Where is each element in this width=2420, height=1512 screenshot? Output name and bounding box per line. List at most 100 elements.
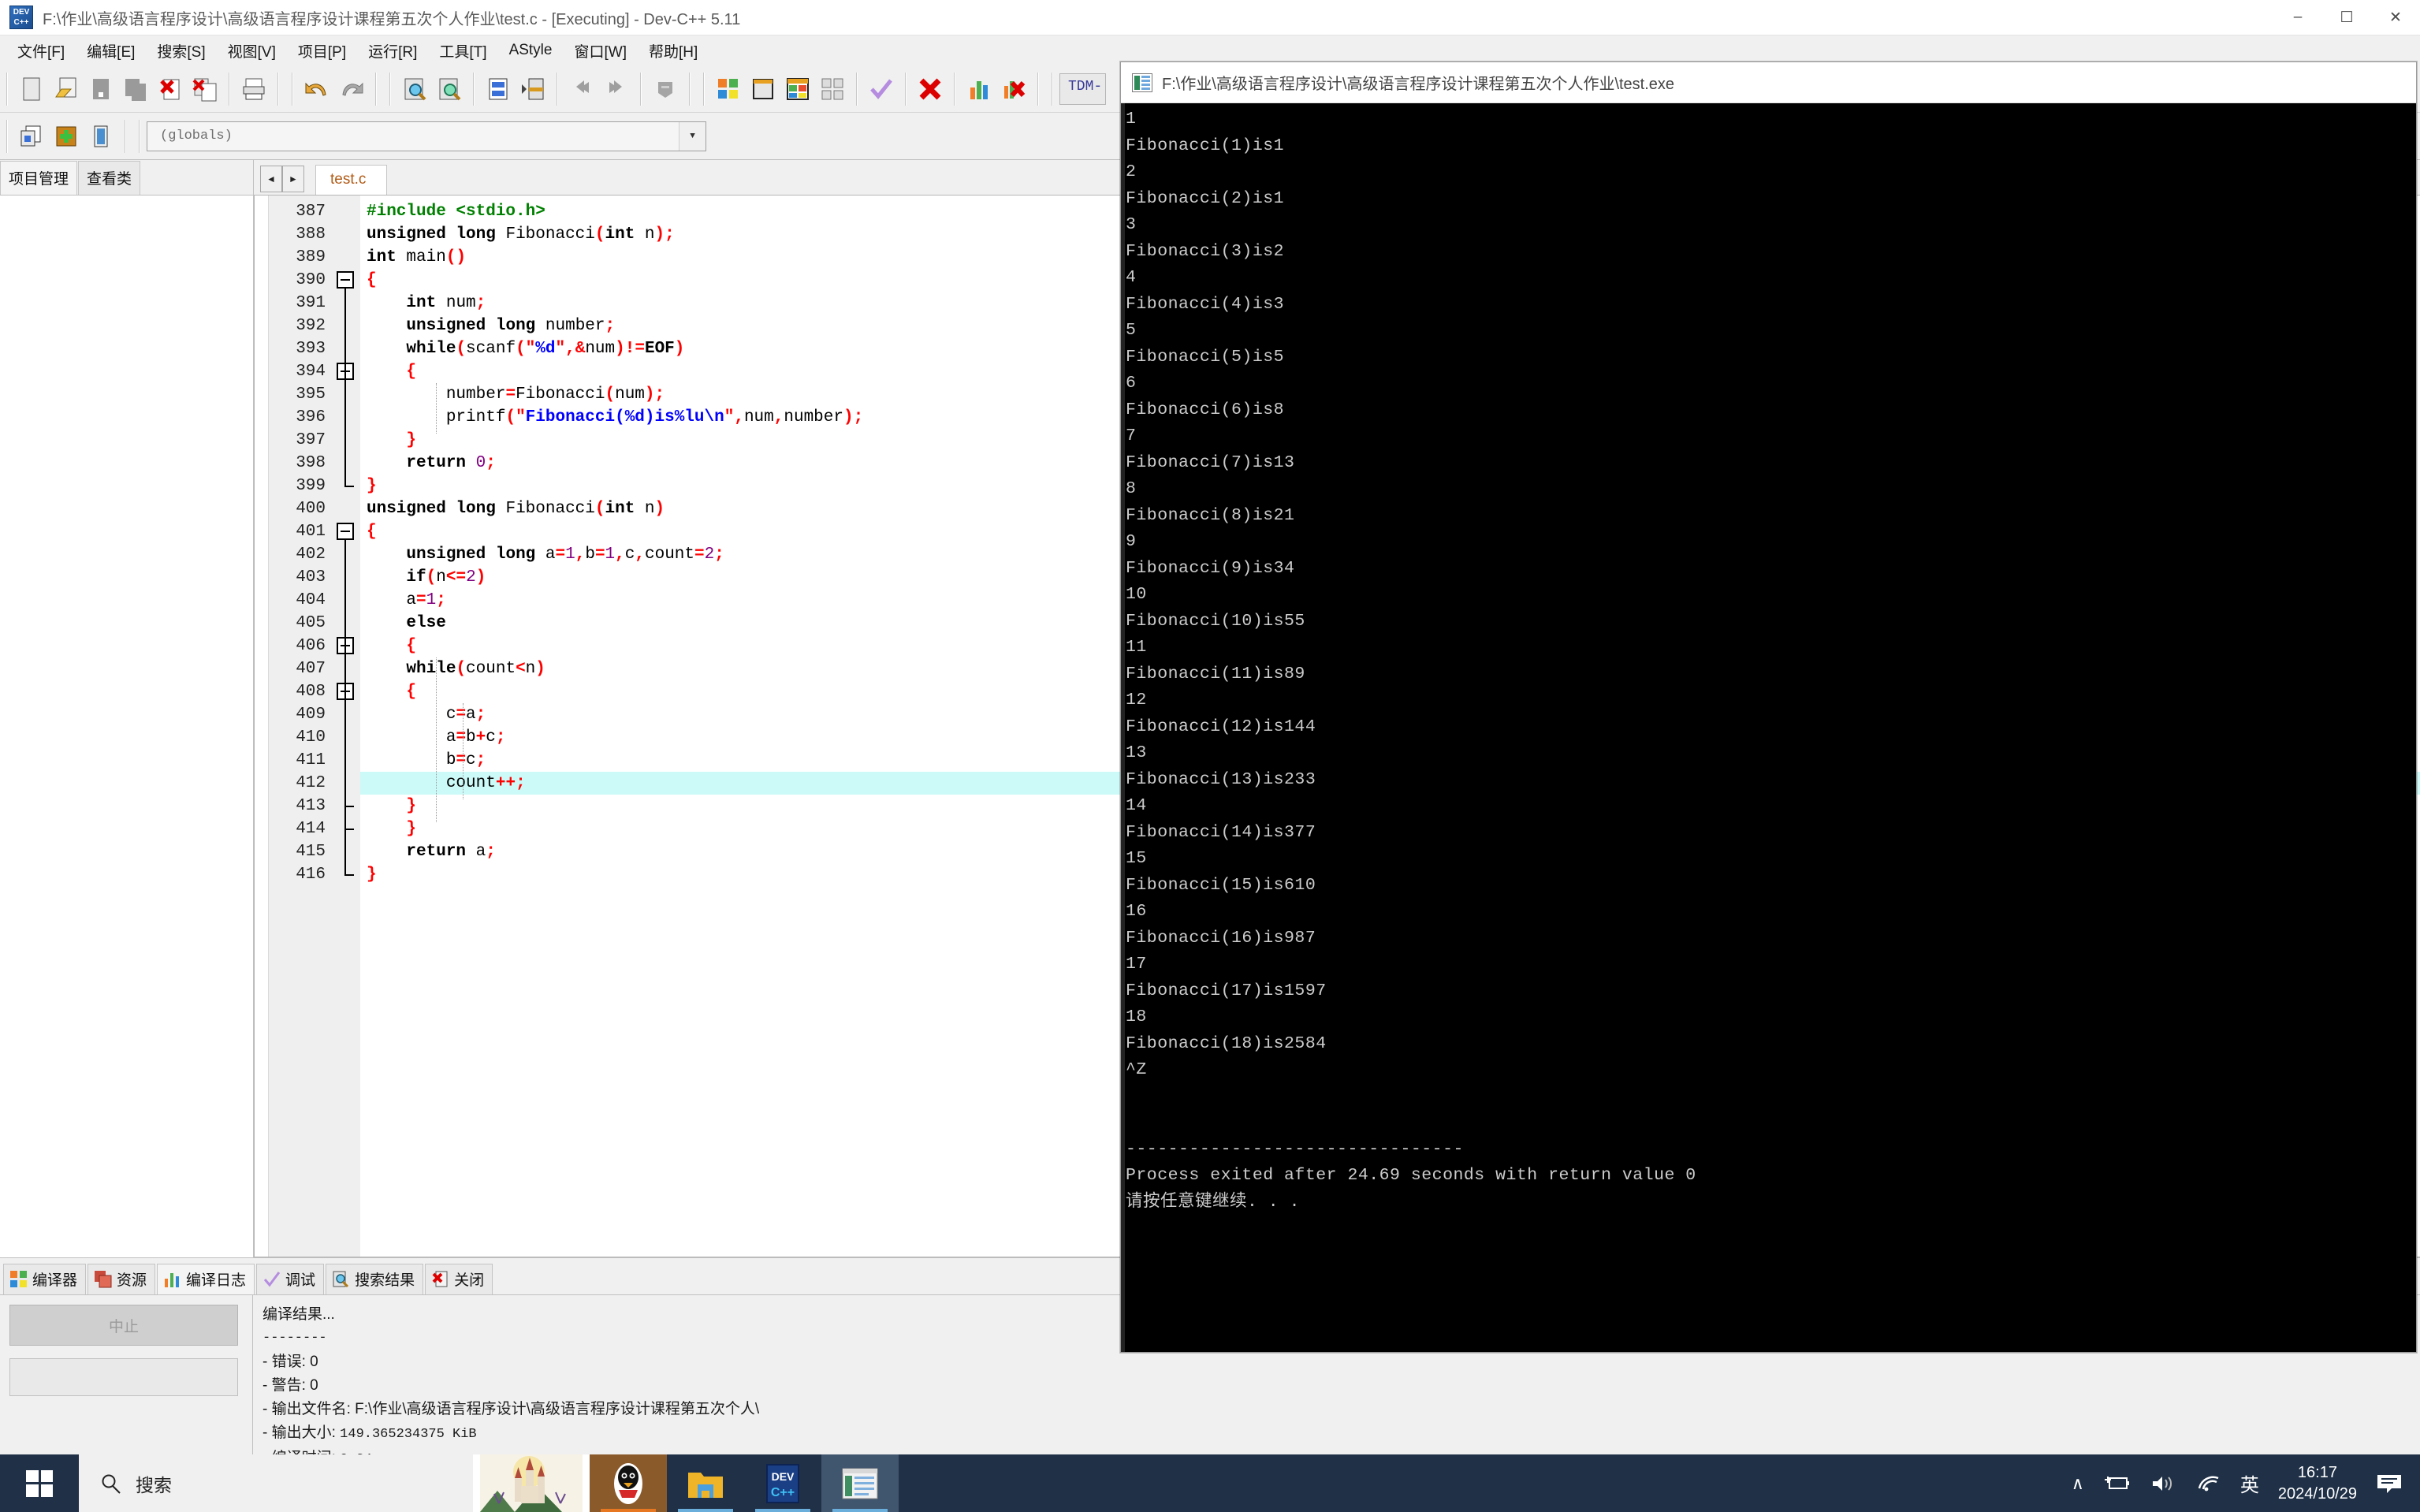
close-button[interactable]: ✕	[2371, 0, 2420, 35]
minimize-button[interactable]: –	[2273, 0, 2322, 35]
taskbar-search[interactable]: 搜索	[79, 1454, 473, 1512]
find-icon[interactable]	[397, 72, 432, 106]
tab-compile-log[interactable]: 编译日志	[157, 1264, 255, 1294]
back-icon[interactable]	[564, 72, 599, 106]
volume-icon[interactable]	[2150, 1474, 2177, 1493]
console-line: ^Z	[1126, 1060, 1147, 1079]
check-syntax-icon[interactable]	[864, 72, 899, 106]
menu-view[interactable]: 视图[V]	[217, 37, 287, 65]
tab-project-manager[interactable]: 项目管理	[0, 161, 78, 195]
console-output[interactable]: 1 Fibonacci(1)is1 2 Fibonacci(2)is1 3 Fibonac…	[1121, 103, 2416, 1352]
console-line: 3	[1126, 215, 1137, 234]
line-number: 399	[296, 477, 326, 495]
tab-resources-label: 资源	[117, 1272, 147, 1289]
toolbar-separator	[389, 72, 391, 106]
line-number: 400	[296, 500, 326, 518]
file-explorer-app[interactable]	[667, 1454, 744, 1512]
line-number: 403	[296, 568, 326, 587]
console-app[interactable]	[821, 1454, 899, 1512]
compiler-select[interactable]: TDM-	[1059, 73, 1107, 105]
toggle-icon[interactable]	[648, 72, 683, 106]
ime-indicator[interactable]: 英	[2240, 1469, 2259, 1497]
menu-tools[interactable]: 工具[T]	[428, 37, 497, 65]
new-file-icon[interactable]	[14, 72, 49, 106]
tab-close-panel[interactable]: 关闭	[425, 1264, 493, 1294]
abort-button[interactable]: 中止	[9, 1305, 238, 1346]
line-number: 413	[296, 797, 326, 815]
tab-scroll-right-button[interactable]: ►	[282, 166, 304, 192]
notification-icon[interactable]	[2376, 1473, 2403, 1495]
close-panel-icon	[432, 1271, 448, 1287]
profile-icon[interactable]	[962, 72, 996, 106]
line-number: 389	[296, 248, 326, 266]
devcpp-app[interactable]: DEV C++	[744, 1454, 821, 1512]
console-line: 15	[1126, 849, 1147, 868]
menu-help[interactable]: 帮助[H]	[638, 37, 709, 65]
close-file-icon[interactable]	[153, 72, 188, 106]
clock[interactable]: 16:17 2024/10/29	[2278, 1462, 2357, 1505]
print-icon[interactable]	[236, 72, 271, 106]
tab-resources[interactable]: 资源	[87, 1264, 156, 1294]
tab-class-browser[interactable]: 查看类	[78, 161, 141, 195]
console-window[interactable]: F:\作业\高级语言程序设计\高级语言程序设计课程第五次个人作业\test.ex…	[1120, 61, 2417, 1353]
project-panel-tabs: 项目管理 查看类	[0, 160, 253, 195]
close-all-icon[interactable]	[188, 72, 222, 106]
tab-search-results[interactable]: 搜索结果	[326, 1264, 424, 1294]
delete-profile-icon[interactable]	[996, 72, 1031, 106]
console-scrollbar[interactable]	[1121, 103, 1125, 1352]
save-file-icon[interactable]	[84, 72, 118, 106]
maximize-button[interactable]: ☐	[2322, 0, 2371, 35]
goto-line-icon[interactable]	[481, 72, 516, 106]
menu-astyle[interactable]: AStyle	[498, 39, 564, 62]
replace-icon[interactable]	[432, 72, 467, 106]
tab-compiler[interactable]: 编译器	[3, 1264, 87, 1294]
tab-compiler-label: 编译器	[32, 1272, 78, 1289]
menu-file[interactable]: 文件[F]	[6, 37, 76, 65]
fold-collapse-icon[interactable]	[337, 271, 354, 289]
project-tree[interactable]	[0, 195, 253, 1257]
fold-gutter[interactable]	[333, 196, 360, 1257]
new-project-icon[interactable]	[14, 119, 49, 154]
console-line: Fibonacci(3)is2	[1126, 241, 1285, 261]
battery-icon[interactable]	[2103, 1474, 2131, 1493]
menu-project[interactable]: 项目[P]	[287, 37, 357, 65]
compile-icon[interactable]	[711, 72, 746, 106]
tab-debug-label: 调试	[285, 1272, 316, 1289]
run-icon[interactable]	[746, 72, 780, 106]
qq-app[interactable]	[590, 1454, 667, 1512]
compile-log-line: - 输出文件名: F:\作业\高级语言程序设计\高级语言程序设计课程第五次个人\	[262, 1401, 760, 1417]
wifi-icon[interactable]	[2196, 1474, 2221, 1493]
save-all-icon[interactable]	[118, 72, 153, 106]
folder-icon	[688, 1472, 723, 1498]
menu-run[interactable]: 运行[R]	[357, 37, 428, 65]
compile-run-icon[interactable]	[780, 72, 815, 106]
menu-window[interactable]: 窗口[W]	[563, 37, 638, 65]
open-file-icon[interactable]	[49, 72, 84, 106]
remove-from-project-icon[interactable]	[84, 119, 118, 154]
stop-execution-icon[interactable]	[913, 72, 948, 106]
scope-combobox[interactable]: (globals) ▼	[147, 121, 706, 151]
tab-debug[interactable]: 调试	[256, 1264, 325, 1294]
add-to-project-icon[interactable]	[49, 119, 84, 154]
undo-icon[interactable]	[300, 72, 334, 106]
console-text: 1 Fibonacci(1)is1 2 Fibonacci(2)is1 3 Fibonac…	[1126, 106, 2416, 1216]
menu-edit[interactable]: 编辑[E]	[76, 37, 146, 65]
console-line: 13	[1126, 743, 1147, 762]
qq-active-indicator	[601, 1509, 656, 1512]
fold-collapse-icon[interactable]	[337, 523, 354, 540]
menu-search[interactable]: 搜索[S]	[146, 37, 216, 65]
svg-text:C++: C++	[771, 1486, 795, 1499]
goto-function-icon[interactable]	[516, 72, 550, 106]
forward-icon[interactable]	[599, 72, 634, 106]
castle-wallpaper-app[interactable]	[473, 1454, 590, 1512]
redo-icon[interactable]	[334, 72, 369, 106]
tray-chevron-up-icon[interactable]: ∧	[2072, 1473, 2084, 1494]
title-bar: F:\作业\高级语言程序设计\高级语言程序设计课程第五次个人作业\test.c …	[0, 0, 2420, 35]
tab-scroll-left-button[interactable]: ◄	[260, 166, 282, 192]
editor-tab-testc[interactable]: test.c	[315, 165, 388, 195]
taskbar-search-label: 搜索	[136, 1474, 172, 1495]
chevron-down-icon[interactable]: ▼	[679, 121, 706, 151]
rebuild-icon[interactable]	[815, 72, 850, 106]
resource-icon	[95, 1270, 112, 1287]
start-button[interactable]	[0, 1454, 79, 1512]
